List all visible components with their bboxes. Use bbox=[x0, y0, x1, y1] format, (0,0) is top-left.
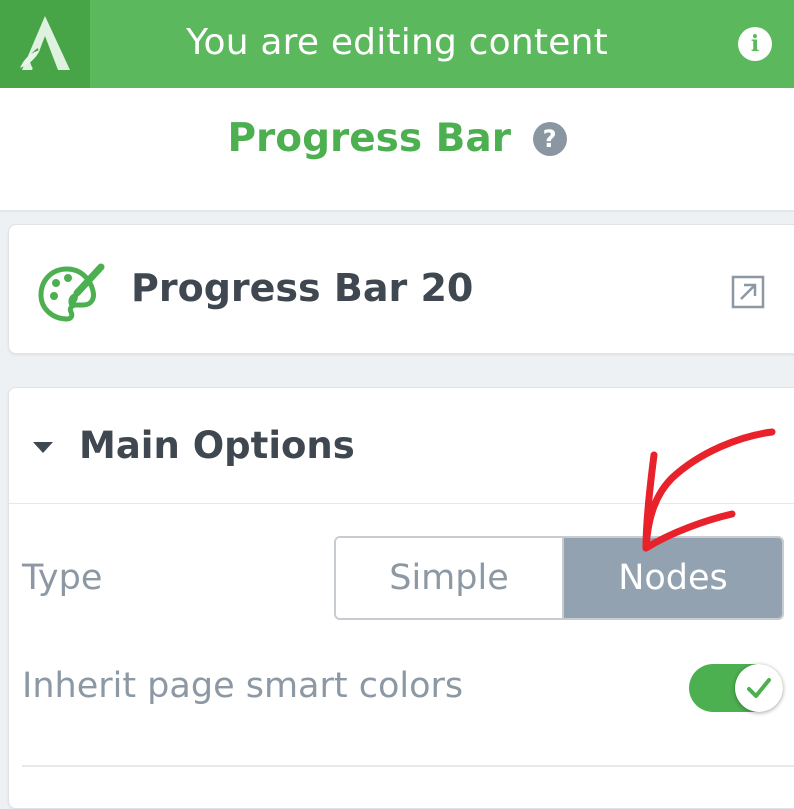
app-logo[interactable] bbox=[0, 0, 90, 88]
element-name: Progress Bar 20 bbox=[131, 266, 474, 310]
open-external-icon[interactable] bbox=[731, 275, 765, 309]
element-card: Progress Bar 20 bbox=[8, 224, 794, 354]
checkmark-icon bbox=[747, 678, 771, 698]
panel-title: Progress Bar ? bbox=[0, 116, 794, 161]
inherit-colors-label: Inherit page smart colors bbox=[22, 666, 464, 706]
type-option-simple[interactable]: Simple bbox=[336, 538, 564, 618]
type-option-nodes[interactable]: Nodes bbox=[564, 538, 782, 618]
editing-status-title: You are editing content bbox=[186, 22, 608, 63]
main-options-card: Main Options Type Simple Nodes Inherit p… bbox=[8, 387, 794, 809]
panel-title-text: Progress Bar bbox=[227, 116, 511, 161]
editor-header: You are editing content i bbox=[0, 0, 794, 88]
palette-brush-icon bbox=[38, 263, 105, 322]
info-button[interactable]: i bbox=[738, 27, 772, 61]
main-options-header[interactable]: Main Options bbox=[9, 388, 794, 504]
question-mark-icon[interactable]: ? bbox=[532, 122, 567, 156]
type-segmented-control: Simple Nodes bbox=[334, 536, 784, 620]
leaf-a-logo-icon bbox=[20, 16, 70, 70]
inherit-colors-toggle[interactable] bbox=[689, 664, 783, 712]
type-label: Type bbox=[22, 558, 103, 598]
section-divider bbox=[22, 765, 794, 767]
panel-title-strip: Progress Bar ? bbox=[0, 88, 794, 212]
toggle-knob bbox=[735, 664, 783, 712]
main-options-title: Main Options bbox=[79, 424, 355, 467]
info-icon: i bbox=[750, 31, 760, 57]
caret-down-icon bbox=[33, 442, 53, 453]
